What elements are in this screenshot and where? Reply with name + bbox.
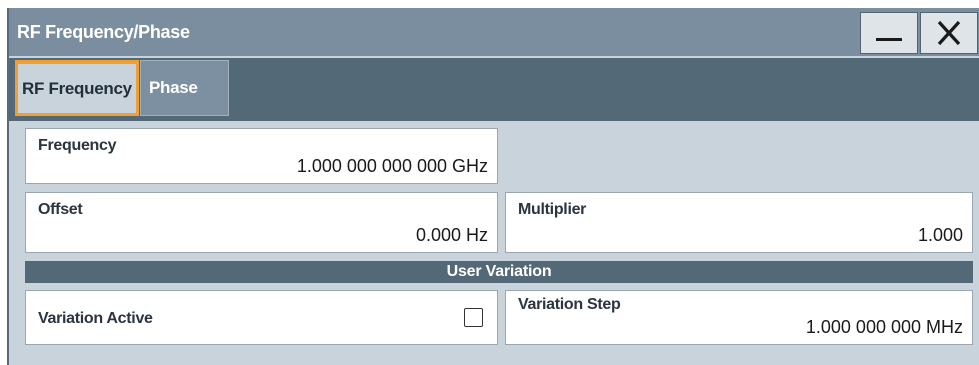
tab-phase[interactable]: Phase: [140, 60, 229, 116]
close-icon: [937, 20, 961, 46]
frequency-field[interactable]: Frequency 1.000 000 000 000 GHz: [25, 128, 498, 184]
multiplier-label: Multiplier: [518, 201, 587, 218]
title-bar[interactable]: RF Frequency/Phase: [9, 8, 979, 56]
variation-step-label: Variation Step: [518, 296, 621, 313]
tab-rf-frequency-label: RF Frequency: [22, 78, 132, 98]
tab-bar: RF Frequency Phase: [9, 58, 979, 121]
variation-active-checkbox[interactable]: [464, 308, 483, 327]
minimize-icon: [876, 38, 902, 41]
close-button[interactable]: [920, 12, 978, 54]
offset-value: 0.000 Hz: [415, 225, 488, 245]
frequency-value: 1.000 000 000 000 GHz: [296, 156, 488, 176]
offset-field[interactable]: Offset 0.000 Hz: [25, 192, 498, 253]
minimize-button[interactable]: [860, 12, 918, 54]
frequency-label: Frequency: [38, 137, 117, 154]
offset-label: Offset: [38, 201, 83, 218]
variation-active-label: Variation Active: [38, 310, 153, 327]
user-variation-header: User Variation: [25, 261, 973, 283]
rf-frequency-phase-dialog: RF Frequency/Phase RF Frequency Phase Fr…: [7, 8, 979, 365]
variation-step-value: 1.000 000 000 MHz: [805, 317, 963, 337]
tab-phase-label: Phase: [149, 78, 198, 97]
window-title: RF Frequency/Phase: [17, 22, 190, 42]
variation-active-field[interactable]: Variation Active: [25, 290, 498, 345]
tab-rf-frequency[interactable]: RF Frequency: [15, 60, 139, 116]
multiplier-field[interactable]: Multiplier 1.000: [505, 192, 973, 253]
multiplier-value: 1.000: [917, 225, 963, 245]
variation-step-field[interactable]: Variation Step 1.000 000 000 MHz: [505, 290, 973, 345]
